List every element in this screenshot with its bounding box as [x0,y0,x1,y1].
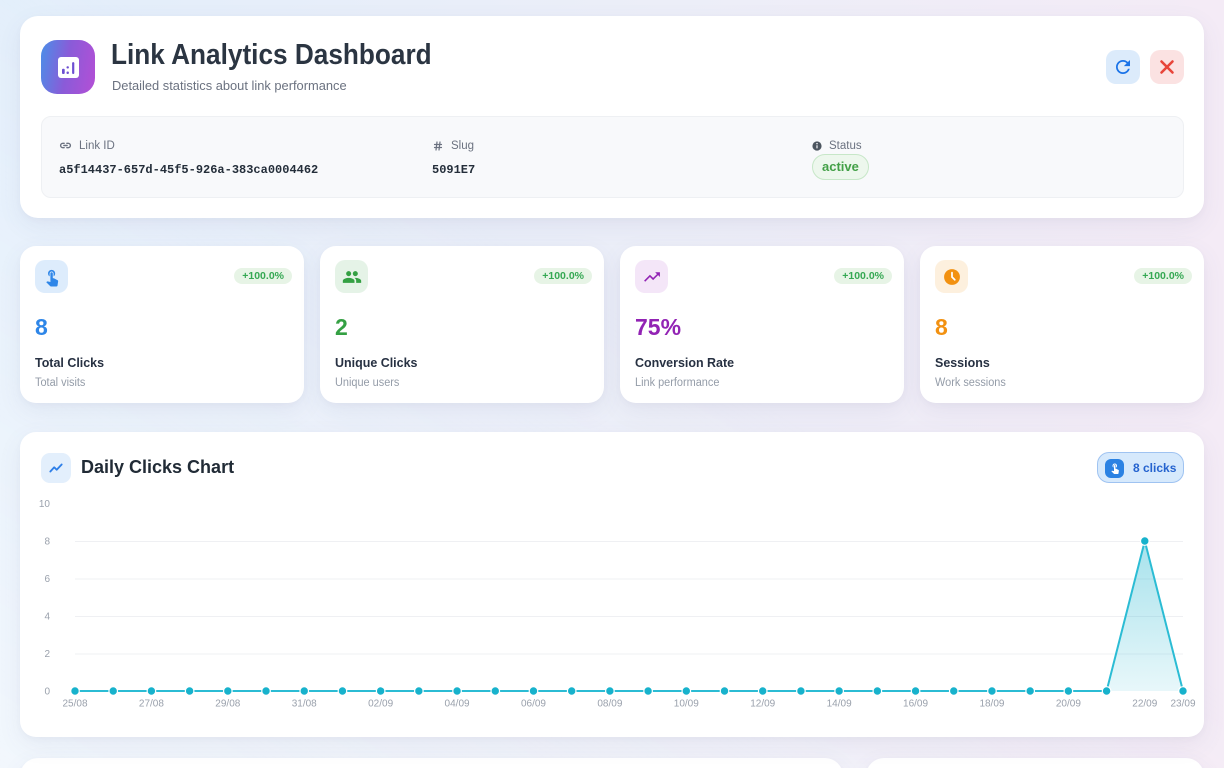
svg-text:02/09: 02/09 [368,699,393,710]
svg-text:12/09: 12/09 [750,699,775,710]
svg-text:06/09: 06/09 [521,699,546,710]
svg-text:2: 2 [44,649,50,660]
svg-text:8: 8 [44,537,50,548]
svg-text:18/09: 18/09 [979,699,1004,710]
svg-text:25/08: 25/08 [62,699,87,710]
svg-text:10: 10 [39,499,51,510]
svg-text:23/09: 23/09 [1170,699,1195,710]
svg-text:22/09: 22/09 [1132,699,1157,710]
svg-text:16/09: 16/09 [903,699,928,710]
svg-text:10/09: 10/09 [674,699,699,710]
svg-text:20/09: 20/09 [1056,699,1081,710]
svg-text:0: 0 [44,687,50,698]
svg-text:08/09: 08/09 [597,699,622,710]
svg-text:04/09: 04/09 [445,699,470,710]
svg-text:4: 4 [44,612,50,623]
svg-text:6: 6 [44,574,50,585]
svg-text:27/08: 27/08 [139,699,164,710]
svg-text:31/08: 31/08 [292,699,317,710]
svg-text:29/08: 29/08 [215,699,240,710]
svg-text:14/09: 14/09 [827,699,852,710]
